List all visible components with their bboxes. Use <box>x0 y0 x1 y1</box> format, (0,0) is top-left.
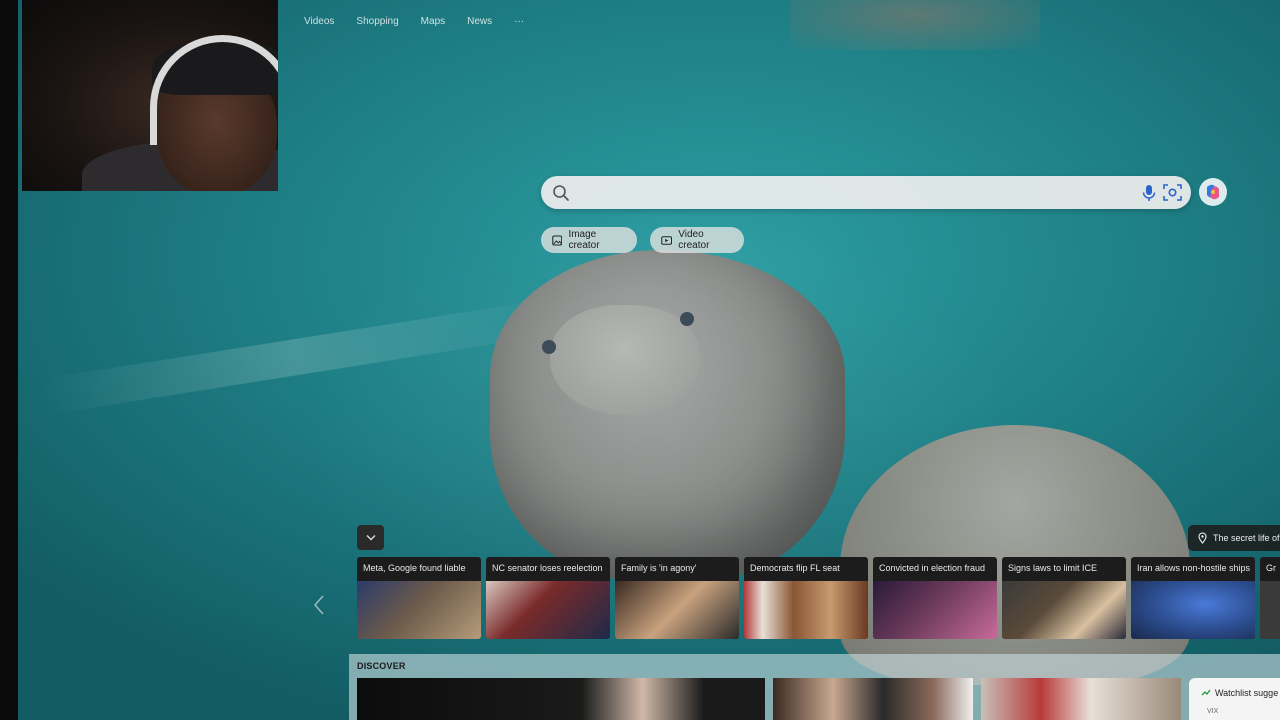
news-card-title: Convicted in election fraud <box>879 563 986 573</box>
light-beam <box>35 298 555 416</box>
manatee-eye <box>680 312 694 326</box>
news-card-title: Democrats flip FL seat <box>750 563 840 573</box>
discover-card[interactable] <box>773 678 973 720</box>
location-pin-icon <box>1198 532 1207 544</box>
news-card-thumbnail <box>486 581 610 639</box>
news-card-thumbnail <box>357 581 481 639</box>
news-card-thumbnail <box>1002 581 1126 639</box>
nav-videos[interactable]: Videos <box>304 16 334 27</box>
news-card[interactable]: Meta, Google found liable <box>357 557 481 639</box>
nav-more-button[interactable]: ··· <box>514 16 524 27</box>
visual-search-icon[interactable] <box>1163 183 1182 202</box>
news-card-thumbnail <box>1131 581 1255 639</box>
news-card[interactable]: NC senator loses reelection <box>486 557 610 639</box>
image-creator-label: Image creator <box>568 229 600 251</box>
news-card-title: Family is 'in agony' <box>621 563 697 573</box>
search-box[interactable] <box>541 176 1191 209</box>
background-detail <box>790 0 1040 50</box>
copilot-button[interactable] <box>1199 178 1227 206</box>
chevron-left-icon[interactable] <box>312 594 326 616</box>
news-card[interactable]: Convicted in election fraud <box>873 557 997 639</box>
chevron-down-icon <box>366 535 375 541</box>
collapse-feed-button[interactable] <box>357 525 384 550</box>
nav-maps[interactable]: Maps <box>421 16 445 27</box>
news-card-thumbnail <box>873 581 997 639</box>
news-card[interactable]: Iran allows non-hostile ships <box>1131 557 1255 639</box>
search-input[interactable] <box>581 181 1125 206</box>
left-edge <box>0 0 18 720</box>
news-card[interactable]: Signs laws to limit ICE <box>1002 557 1126 639</box>
news-carousel: Meta, Google found liable NC senator los… <box>357 557 1280 640</box>
news-card-title: Gr <box>1266 563 1276 573</box>
watchlist-title: Watchlist sugge <box>1215 688 1279 698</box>
top-nav: Videos Shopping Maps News ··· <box>304 16 546 27</box>
nav-news[interactable]: News <box>467 16 492 27</box>
news-card[interactable]: Gr <box>1260 557 1280 639</box>
news-card-title: Iran allows non-hostile ships <box>1137 563 1251 573</box>
news-card[interactable]: Democrats flip FL seat <box>744 557 868 639</box>
discover-section: DISCOVER Watchlist sugge VIX <box>349 654 1280 720</box>
microphone-icon[interactable] <box>1141 184 1157 202</box>
nav-shopping[interactable]: Shopping <box>356 16 398 27</box>
discover-heading: DISCOVER <box>357 661 406 671</box>
image-info-text: The secret life of <box>1213 533 1280 543</box>
manatee-eye <box>542 340 556 354</box>
image-creator-button[interactable]: Image creator <box>541 227 637 253</box>
news-card-title: NC senator loses reelection <box>492 563 603 573</box>
news-card-thumbnail <box>744 581 868 639</box>
watchlist-sub: VIX <box>1207 708 1219 715</box>
copilot-icon <box>1207 184 1219 200</box>
news-card-thumbnail <box>615 581 739 639</box>
discover-card[interactable] <box>357 678 765 720</box>
search-icon <box>553 185 569 201</box>
news-card[interactable]: Family is 'in agony' <box>615 557 739 639</box>
image-info-pill[interactable]: The secret life of <box>1188 525 1280 551</box>
news-card-title: Meta, Google found liable <box>363 563 466 573</box>
watchlist-card[interactable]: Watchlist sugge VIX <box>1189 678 1280 720</box>
manatee-photo-subject <box>490 250 845 580</box>
image-creator-icon <box>552 235 563 245</box>
video-creator-icon <box>661 235 673 245</box>
discover-card[interactable] <box>981 678 1181 720</box>
video-creator-button[interactable]: Video creator <box>650 227 744 253</box>
manatee-snout <box>550 305 700 415</box>
video-creator-label: Video creator <box>678 229 710 251</box>
news-card-title: Signs laws to limit ICE <box>1008 563 1098 573</box>
webcam-overlay <box>22 0 278 191</box>
trend-icon <box>1201 689 1211 696</box>
news-card-thumbnail <box>1260 581 1280 639</box>
